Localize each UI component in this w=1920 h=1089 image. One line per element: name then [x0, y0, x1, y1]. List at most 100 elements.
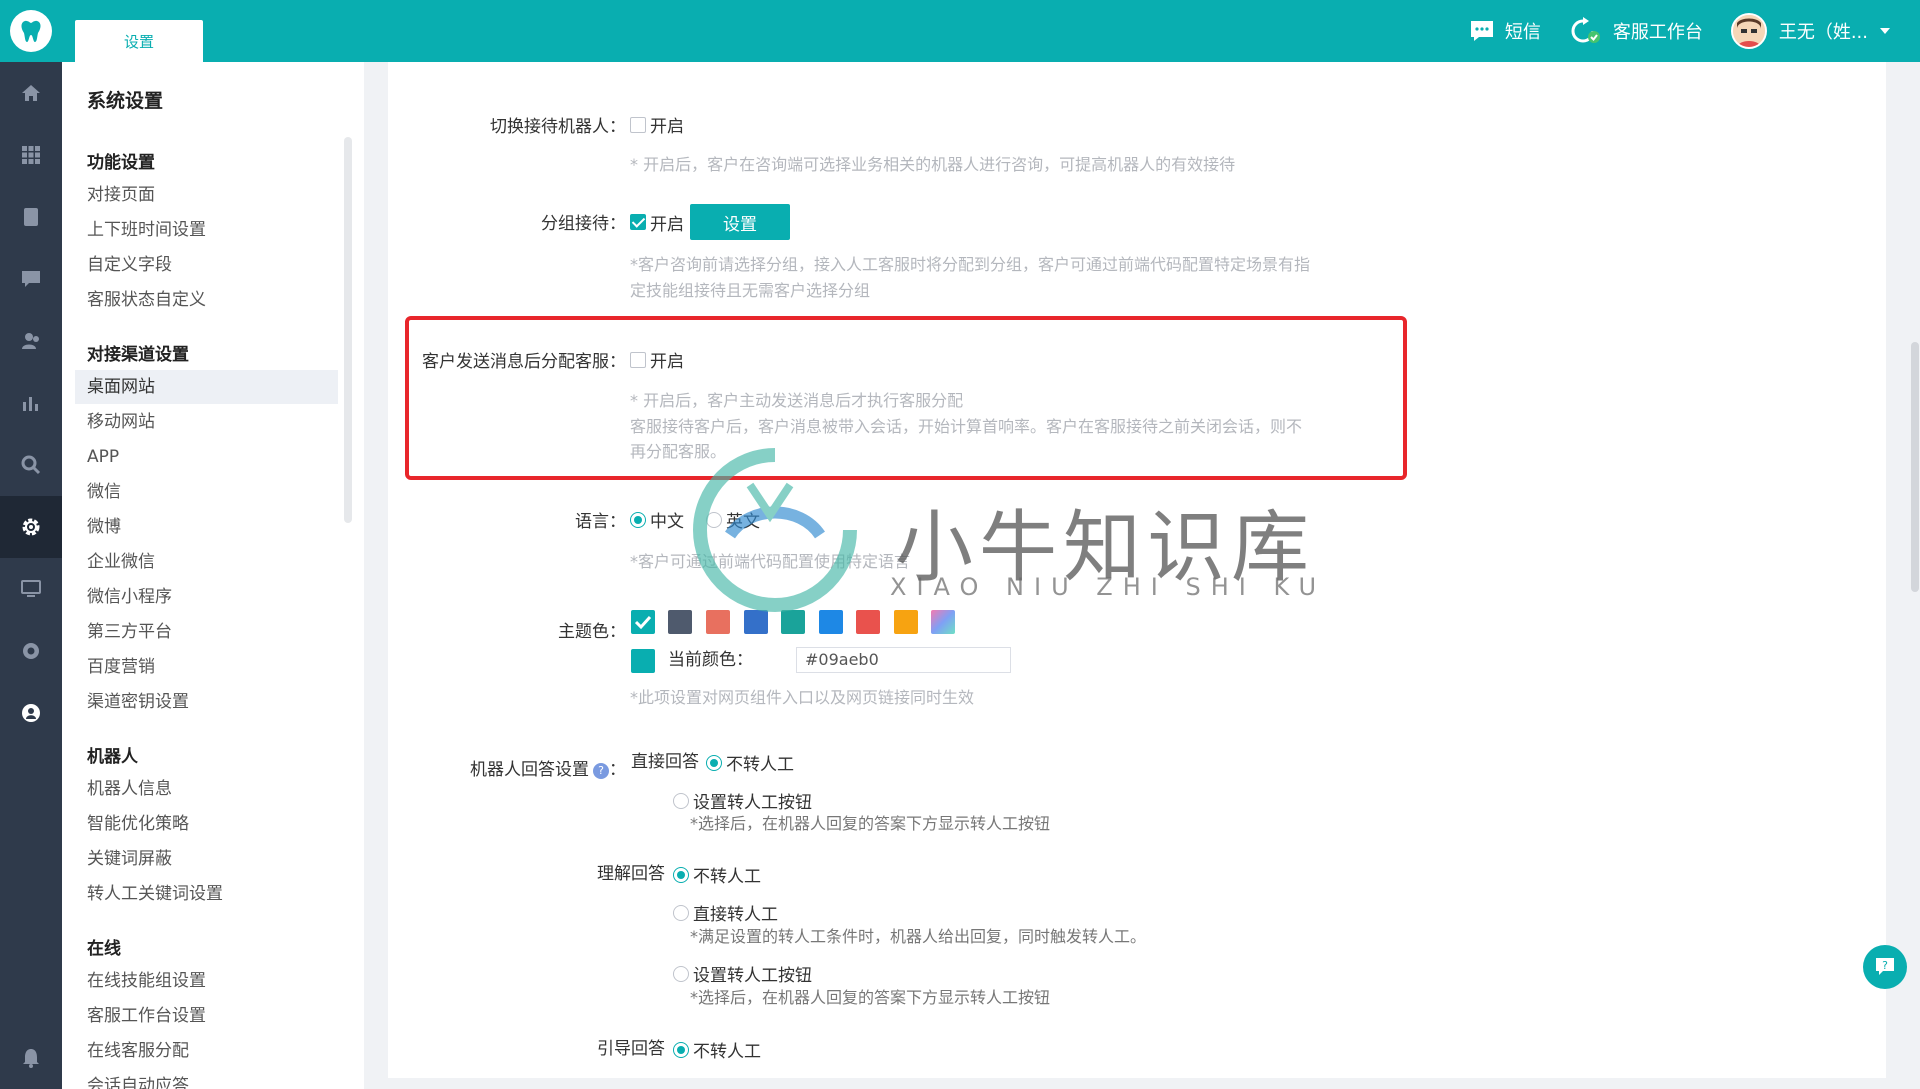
radio-icon: [673, 792, 689, 809]
chevron-down-icon: [1880, 28, 1890, 34]
sidebar-item-keyword-block[interactable]: 关键词屏蔽: [75, 842, 338, 876]
switch-robot-option: 开启: [650, 117, 684, 137]
rail-notifications[interactable]: [0, 1027, 62, 1089]
rail-customers[interactable]: [0, 310, 62, 372]
theme-hint: *此项设置对网页组件入口以及网页链接同时生效: [630, 688, 975, 707]
checkbox-checked-icon[interactable]: [630, 214, 646, 230]
sidebar-item-wechat[interactable]: 微信: [75, 475, 338, 509]
sidebar-item-skill-groups[interactable]: 在线技能组设置: [75, 964, 338, 998]
sidebar-item-wecom[interactable]: 企业微信: [75, 545, 338, 579]
understand-answer-direct-transfer[interactable]: 直接转人工: [673, 900, 778, 925]
theme-swatch-8[interactable]: [894, 610, 918, 634]
group-reception-label: 分组接待：: [541, 214, 626, 234]
radio-selected-icon: [673, 1041, 689, 1058]
grid-icon: [22, 146, 40, 164]
radio-icon: [673, 965, 689, 982]
sidebar-item-work-hours[interactable]: 上下班时间设置: [75, 213, 338, 247]
robot-reply-label-text: 机器人回答设置: [470, 760, 589, 780]
sidebar-item-baidu[interactable]: 百度营销: [75, 650, 338, 684]
sidebar-item-auto-reply[interactable]: 会话自动应答: [75, 1069, 338, 1089]
rail-monitor[interactable]: [0, 558, 62, 620]
sidebar-item-weibo[interactable]: 微博: [75, 510, 338, 544]
theme-swatch-6[interactable]: [819, 610, 843, 634]
page-scrollbar[interactable]: [1910, 62, 1920, 1089]
theme-swatch-2[interactable]: [668, 610, 692, 634]
understand-answer-hint-1: *满足设置的转人工条件时，机器人给出回复，同时触发转人工。: [690, 927, 1147, 946]
sidebar-item-access-page[interactable]: 对接页面: [75, 178, 338, 212]
rail-help[interactable]: [0, 620, 62, 682]
check-icon: [634, 615, 652, 630]
robot-reply-label: 机器人回答设置?：: [470, 760, 626, 780]
workbench-label: 客服工作台: [1612, 22, 1703, 43]
sidebar-item-desktop-site[interactable]: 桌面网站: [75, 370, 338, 404]
user-badge-icon: [22, 704, 40, 722]
sidebar-item-transfer-keywords[interactable]: 转人工关键词设置: [75, 877, 338, 911]
language-label: 语言：: [575, 512, 626, 532]
understand-answer-option-2: 直接转人工: [693, 905, 778, 925]
rail-statistics[interactable]: [0, 372, 62, 434]
home-icon: [22, 85, 40, 101]
rail-account[interactable]: [0, 682, 62, 744]
theme-swatch-4[interactable]: [744, 610, 768, 634]
main-content: 切换接待机器人： 开启 * 开启后，客户在咨询端可选择业务相关的机器人进行咨询，…: [364, 62, 1920, 1089]
checkbox-icon: [630, 116, 646, 133]
group-settings-button[interactable]: 设置: [690, 204, 790, 240]
switch-robot-checkbox[interactable]: 开启: [630, 112, 684, 137]
sidebar-item-smart-optimize[interactable]: 智能优化策略: [75, 807, 338, 841]
sidebar-item-agent-assign[interactable]: 在线客服分配: [75, 1034, 338, 1068]
understand-answer-title: 理解回答: [597, 864, 665, 884]
direct-answer-transfer-button[interactable]: 设置转人工按钮: [673, 788, 812, 813]
current-color-label: 当前颜色：: [668, 650, 753, 670]
tab-settings[interactable]: 设置: [75, 20, 203, 62]
app-logo[interactable]: [10, 10, 52, 52]
guide-answer-no-transfer[interactable]: 不转人工: [673, 1037, 761, 1062]
sidebar-item-agent-status[interactable]: 客服状态自定义: [75, 283, 338, 317]
sidebar-item-custom-fields[interactable]: 自定义字段: [75, 248, 338, 282]
settings-panel: 切换接待机器人： 开启 * 开启后，客户在咨询端可选择业务相关的机器人进行咨询，…: [388, 62, 1886, 1078]
sidebar-item-mini-program[interactable]: 微信小程序: [75, 580, 338, 614]
understand-answer-no-transfer[interactable]: 不转人工: [673, 862, 761, 887]
highlight-box: [405, 316, 1407, 480]
sidebar-item-third-party[interactable]: 第三方平台: [75, 615, 338, 649]
page-scrollbar-thumb[interactable]: [1911, 342, 1919, 592]
sidebar-item-app[interactable]: APP: [75, 440, 338, 474]
gear-icon: [22, 518, 40, 536]
rail-apps[interactable]: [0, 124, 62, 186]
user-menu[interactable]: 王无（姓...: [1730, 13, 1890, 49]
rail-messages[interactable]: [0, 248, 62, 310]
understand-answer-transfer-button[interactable]: 设置转人工按钮: [673, 961, 812, 986]
radio-icon: [673, 904, 689, 921]
theme-swatch-custom[interactable]: [931, 610, 955, 634]
group-reception-control: 开启 设置: [630, 204, 790, 240]
sidebar-scrollbar[interactable]: [344, 137, 352, 523]
group-reception-hint-1: *客户咨询前请选择分组，接入人工客服时将分配到分组，客户可通过前端代码配置特定场…: [630, 255, 1311, 274]
theme-swatch-7[interactable]: [856, 610, 880, 634]
theme-swatch-1[interactable]: [631, 610, 655, 634]
language-radio-en[interactable]: 英文: [706, 507, 760, 532]
rail-documents[interactable]: [0, 186, 62, 248]
theme-label: 主题色：: [558, 622, 626, 642]
direct-answer-hint: *选择后，在机器人回复的答案下方显示转人工按钮: [690, 814, 1051, 833]
direct-answer-no-transfer[interactable]: 不转人工: [706, 750, 794, 775]
language-radio-zh[interactable]: 中文: [630, 507, 684, 532]
sidebar-item-robot-info[interactable]: 机器人信息: [75, 772, 338, 806]
theme-swatch-3[interactable]: [706, 610, 730, 634]
rail-home[interactable]: [0, 62, 62, 124]
sidebar-item-mobile-site[interactable]: 移动网站: [75, 405, 338, 439]
direct-answer-title: 直接回答: [631, 752, 699, 772]
floating-help-button[interactable]: ?: [1863, 945, 1907, 989]
sidebar-item-workbench-settings[interactable]: 客服工作台设置: [75, 999, 338, 1033]
rail-search[interactable]: [0, 434, 62, 496]
rail-settings[interactable]: [0, 496, 62, 558]
radio-selected-icon: [630, 511, 646, 528]
group-reception-option: 开启: [650, 214, 684, 235]
guide-answer-option-1: 不转人工: [693, 1042, 761, 1062]
sidebar-item-channel-keys[interactable]: 渠道密钥设置: [75, 685, 338, 719]
user-avatar: [1730, 13, 1767, 49]
sms-button[interactable]: 短信: [1469, 18, 1541, 44]
top-right-actions: 短信 客服工作台 王无（姓...: [1441, 0, 1890, 62]
workbench-button[interactable]: 客服工作台: [1569, 17, 1703, 45]
current-color-input[interactable]: #09aeb0: [796, 647, 1011, 673]
theme-swatch-5[interactable]: [781, 610, 805, 634]
question-icon[interactable]: ?: [593, 763, 609, 779]
